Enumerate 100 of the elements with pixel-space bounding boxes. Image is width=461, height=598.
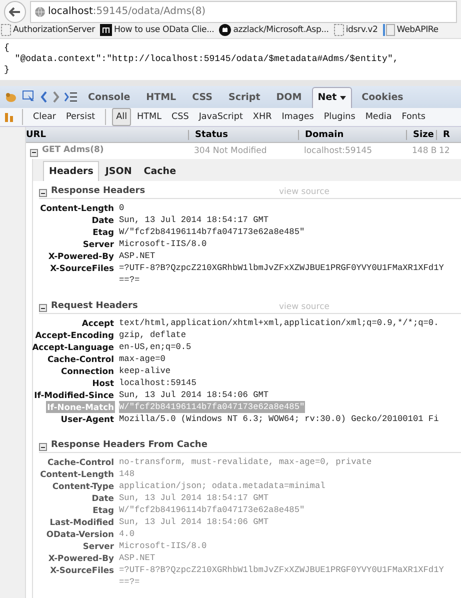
- filter-button[interactable]: Fonts: [398, 108, 430, 126]
- header-name: Date: [90, 214, 115, 226]
- bookmark[interactable]: AuthorizationServer: [1, 24, 95, 36]
- header-value: keep-alive: [119, 365, 171, 377]
- header-value: en-US,en;q=0.5: [119, 341, 192, 353]
- header-value: application/json; odata.metadata=minimal: [119, 480, 326, 492]
- header-value: W/"fcf2b84196114b7fa047173e62a8e485": [119, 226, 305, 238]
- header-value: 148: [119, 468, 134, 480]
- filter-button[interactable]: Images: [278, 108, 318, 126]
- column-header[interactable]: Domain: [298, 130, 406, 140]
- header-value: gzip, deflate: [119, 329, 186, 341]
- column-header[interactable]: Status: [188, 130, 298, 140]
- cat-logo-icon: [219, 24, 232, 36]
- header-name: Date: [90, 492, 115, 504]
- toolbar-button[interactable]: Clear: [29, 108, 60, 126]
- collapse-icon[interactable]: [39, 189, 47, 198]
- column-header[interactable]: R: [436, 130, 461, 140]
- panel-tab[interactable]: Net: [312, 87, 352, 108]
- header-value: max-age=0: [119, 353, 166, 365]
- globe-icon: [35, 6, 45, 17]
- header-name: Last-Modified: [48, 516, 115, 528]
- bug-icon: [4, 91, 18, 103]
- header-name: X-Powered-By: [47, 552, 115, 564]
- header-value: localhost:59145: [119, 377, 196, 389]
- status-cell-text: 304 Not Modified: [193, 146, 268, 156]
- header-name: Cache-Control: [46, 353, 115, 365]
- header-name: X-Powered-By: [47, 250, 115, 262]
- back-arrow-icon: [9, 6, 21, 17]
- panel-tab[interactable]: DOM: [270, 87, 308, 108]
- header-name: Cache-Control: [46, 456, 115, 468]
- filter-button[interactable]: Plugins: [320, 108, 360, 126]
- filter-button[interactable]: JavaScript: [194, 108, 247, 126]
- header-name: Accept: [80, 317, 115, 329]
- panel-tab[interactable]: Cookies: [356, 87, 410, 108]
- header-name: X-SourceFiles: [49, 564, 115, 576]
- header-name: Server: [82, 540, 115, 552]
- detail-tab[interactable]: Headers: [43, 161, 100, 181]
- header-value: text/html,application/xhtml+xml,application/xml;q=0.9,*/*;q=0.: [119, 317, 439, 329]
- header-name: Content-Length: [39, 202, 115, 214]
- header-name: Content-Length: [39, 468, 115, 480]
- header-value: no-transform, must-revalidate, max-age=0, private: [119, 456, 372, 468]
- detail-tab[interactable]: Cache: [138, 161, 182, 181]
- bookmark[interactable]: WebAPIRe: [382, 24, 438, 36]
- header-name: Etag: [92, 226, 115, 238]
- panel-tab[interactable]: Script: [222, 87, 266, 108]
- command-line-icon: [64, 92, 78, 102]
- bookmark[interactable]: How to use OData Clie...: [100, 24, 214, 36]
- panel-tab[interactable]: Console: [82, 87, 136, 108]
- domain-cell-text: localhost:59145: [303, 146, 374, 156]
- header-name: Host: [91, 377, 115, 389]
- header-name: Accept-Language: [31, 341, 115, 353]
- filter-button[interactable]: XHR: [248, 108, 276, 126]
- chart-icon: [4, 111, 16, 123]
- header-name: Connection: [60, 365, 115, 377]
- header-name: If-Modified-Since: [33, 389, 115, 401]
- column-header[interactable]: Size: [406, 130, 436, 140]
- inspect-icon: [22, 90, 36, 104]
- header-value: 4.0: [119, 528, 134, 540]
- bookmark[interactable]: azzlack/Microsoft.Asp...: [219, 24, 329, 36]
- header-value: Sun, 13 Jul 2014 18:54:06 GMT: [119, 389, 269, 401]
- header-value: Microsoft-IIS/8.0: [119, 238, 207, 250]
- panel-tab[interactable]: CSS: [186, 87, 219, 108]
- header-value: 0: [119, 202, 124, 214]
- header-name: X-SourceFiles: [49, 262, 115, 274]
- filter-button[interactable]: All: [112, 108, 132, 126]
- header-name: Server: [82, 238, 115, 250]
- filter-button[interactable]: Media: [361, 108, 396, 126]
- header-value: W/"fcf2b84196114b7fa047173e62a8e485": [119, 504, 305, 516]
- blank-page-icon: [334, 24, 344, 36]
- square-logo-icon: [100, 24, 112, 36]
- header-value: Mozilla/5.0 (Windows NT 6.3; WOW64; rv:30.0) Gecko/20100101 Fi: [119, 413, 439, 425]
- request-url[interactable]: GET Adms(8): [26, 145, 188, 157]
- back-button[interactable]: [4, 0, 26, 23]
- header-value: ASP.NET: [119, 250, 156, 262]
- toolbar-button[interactable]: Persist: [62, 108, 100, 126]
- header-name: Content-Type: [51, 480, 115, 492]
- header-name: Accept-Encoding: [34, 329, 115, 341]
- detail-tab[interactable]: JSON: [99, 161, 138, 181]
- header-value: =?UTF-8?B?QzpcZ210XGRhbW1lbmJvZFxXZWJBUE1PRGF0YVY0U1FMaXR1XFd1Y ==?=: [119, 564, 444, 588]
- header-value: Sun, 13 Jul 2014 18:54:17 GMT: [119, 492, 269, 504]
- bookmark[interactable]: idsrv.v2: [334, 24, 378, 36]
- section-title[interactable]: Response Headers: [39, 186, 279, 198]
- collapse-icon[interactable]: [39, 304, 47, 312]
- section-title[interactable]: Response Headers From Cache: [39, 440, 279, 452]
- header-value: ASP.NET: [119, 552, 156, 564]
- header-value: Sun, 13 Jul 2014 18:54:06 GMT: [119, 516, 269, 528]
- header-value: =?UTF-8?B?QzpcZ210XGRhbW1lbmJvZFxXZWJBUE1PRGF0YVY0U1FMaXR1XFd1Y ==?=: [119, 262, 444, 286]
- address-field[interactable]: localhost:59145/odata/Adms(8): [30, 0, 457, 23]
- filter-button[interactable]: CSS: [168, 108, 193, 126]
- size-cell-text: 148 B: [411, 146, 436, 156]
- collapse-icon[interactable]: [39, 443, 47, 452]
- header-name: User-Agent: [60, 413, 115, 425]
- header-value: W/"fcf2b84196114b7fa047173e62a8e485": [119, 401, 305, 413]
- header-value: Sun, 13 Jul 2014 18:54:17 GMT: [119, 214, 269, 226]
- collapse-icon[interactable]: [30, 148, 38, 157]
- panel-tab[interactable]: HTML: [140, 87, 182, 108]
- filter-button[interactable]: HTML: [133, 108, 166, 126]
- column-header[interactable]: URL: [26, 130, 188, 140]
- section-title[interactable]: Request Headers: [39, 300, 279, 312]
- header-value: Microsoft-IIS/8.0: [119, 540, 207, 552]
